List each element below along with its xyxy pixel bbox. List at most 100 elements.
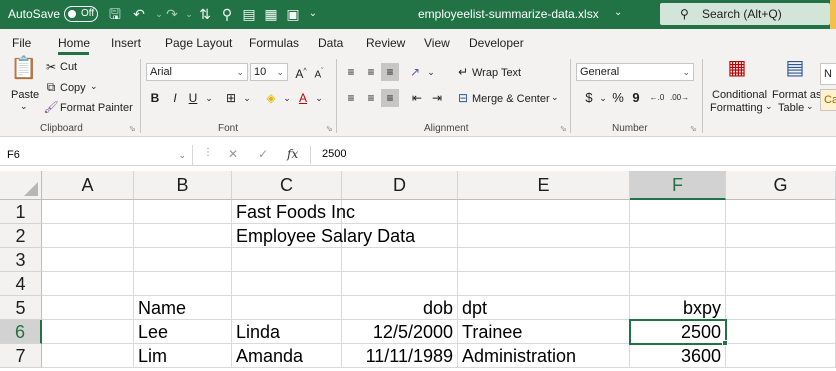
cell-c7[interactable]: Amanda <box>232 344 342 368</box>
cell-b2[interactable] <box>134 224 232 248</box>
cell-a1[interactable] <box>42 200 134 224</box>
cell-f2[interactable] <box>630 224 726 248</box>
cell-d5[interactable]: dob <box>342 296 458 320</box>
column-header-g[interactable]: G <box>726 171 836 200</box>
cell-a7[interactable] <box>42 344 134 368</box>
align-center-icon[interactable]: ≡ <box>362 89 380 107</box>
conditional-formatting-label-2[interactable]: Formatting <box>710 102 763 114</box>
formula-input[interactable]: 2500 <box>322 148 346 160</box>
column-header-b[interactable]: B <box>134 171 232 200</box>
format-painter-icon[interactable]: 🖌 <box>42 98 60 116</box>
format-painter-label[interactable]: Format Painter <box>60 102 133 114</box>
tab-file[interactable]: File <box>12 36 31 50</box>
cell-e6[interactable]: Trainee <box>458 320 630 344</box>
cell-b1[interactable] <box>134 200 232 224</box>
cell-c3[interactable] <box>232 248 342 272</box>
format-as-table-label-2[interactable]: Table <box>778 102 804 114</box>
cell-d4[interactable] <box>342 272 458 296</box>
tab-page-layout[interactable]: Page Layout <box>165 36 232 50</box>
tab-data[interactable]: Data <box>318 36 343 50</box>
sheet-icon[interactable]: ▣ <box>284 5 302 23</box>
wrap-text-label[interactable]: Wrap Text <box>472 67 521 79</box>
cell-d3[interactable] <box>342 248 458 272</box>
align-top-icon[interactable]: ≡ <box>342 63 360 81</box>
cell-d6[interactable]: 12/5/2000 <box>342 320 458 344</box>
tab-review[interactable]: Review <box>366 36 405 50</box>
paste-label[interactable]: Paste <box>11 89 39 101</box>
redo-icon[interactable]: ↷ <box>163 5 181 23</box>
cell-e4[interactable] <box>458 272 630 296</box>
cell-d1[interactable] <box>342 200 458 224</box>
cell-a5[interactable] <box>42 296 134 320</box>
cell-e5[interactable]: dpt <box>458 296 630 320</box>
worksheet-grid[interactable]: A B C D E F G 1 2 3 4 5 6 7 Fast Foods I… <box>0 171 836 371</box>
row-header-2[interactable]: 2 <box>0 224 42 248</box>
cell-g3[interactable] <box>726 248 836 272</box>
conditional-formatting-label-1[interactable]: Conditional <box>712 89 767 101</box>
merge-center-icon[interactable]: ⊟ <box>454 89 472 107</box>
increase-indent-icon[interactable]: ⇥ <box>428 89 446 107</box>
save-icon[interactable]: 🖫 <box>106 5 124 23</box>
row-header-7[interactable]: 7 <box>0 344 42 368</box>
number-format-select[interactable]: General ⌄ <box>576 63 694 81</box>
cell-style-normal[interactable]: N <box>820 63 836 85</box>
align-right-icon[interactable]: ≡ <box>381 89 399 107</box>
format-as-table-dropdown-icon[interactable]: ⌄ <box>806 101 814 112</box>
cell-g2[interactable] <box>726 224 836 248</box>
row-header-6[interactable]: 6 <box>0 320 42 344</box>
cell-f3[interactable] <box>630 248 726 272</box>
file-name[interactable]: employeelist-summarize-data.xlsx <box>418 7 599 21</box>
cell-d2[interactable] <box>342 224 458 248</box>
column-header-f[interactable]: F <box>630 171 726 200</box>
cell-c1[interactable]: Fast Foods Inc <box>232 200 355 224</box>
cell-c6[interactable]: Linda <box>232 320 342 344</box>
decrease-indent-icon[interactable]: ⇤ <box>408 89 426 107</box>
bold-button[interactable]: B <box>146 89 164 107</box>
cell-f5[interactable]: bxpy <box>630 296 726 320</box>
align-left-icon[interactable]: ≡ <box>342 89 360 107</box>
fill-handle[interactable] <box>722 340 728 346</box>
decrease-font-icon[interactable]: Aˇ <box>310 63 328 81</box>
tab-developer[interactable]: Developer <box>469 36 524 50</box>
cut-icon[interactable]: ✂ <box>42 58 60 76</box>
font-name-select[interactable]: Arial ⌄ <box>146 63 248 81</box>
form-icon[interactable]: ▤ <box>240 5 258 23</box>
merge-center-label[interactable]: Merge & Center <box>472 93 550 105</box>
format-as-table-label-1[interactable]: Format as <box>772 89 822 101</box>
column-header-a[interactable]: A <box>42 171 134 200</box>
cell-f7[interactable]: 3600 <box>630 344 726 368</box>
column-header-c[interactable]: C <box>232 171 342 200</box>
cell-b3[interactable] <box>134 248 232 272</box>
alignment-launcher-icon[interactable]: ⬂ <box>560 124 567 133</box>
orientation-dropdown-icon[interactable]: ⌄ <box>422 63 440 81</box>
borders-dropdown-icon[interactable]: ⌄ <box>238 89 256 107</box>
sort-icon[interactable]: ⇅ <box>196 5 214 23</box>
cell-f4[interactable] <box>630 272 726 296</box>
row-header-1[interactable]: 1 <box>0 200 42 224</box>
table-icon[interactable]: ▦ <box>262 5 280 23</box>
copy-label[interactable]: Copy <box>60 82 86 94</box>
column-header-e[interactable]: E <box>458 171 630 200</box>
cell-g6[interactable] <box>726 320 836 344</box>
tab-view[interactable]: View <box>424 36 450 50</box>
format-as-table-icon[interactable]: ▤ <box>782 58 808 85</box>
clipboard-launcher-icon[interactable]: ⬂ <box>129 124 136 133</box>
cell-e1[interactable] <box>458 200 630 224</box>
cell-a6[interactable] <box>42 320 134 344</box>
align-middle-icon[interactable]: ≡ <box>362 63 380 81</box>
cell-f1[interactable] <box>630 200 726 224</box>
percent-button[interactable]: % <box>609 89 627 107</box>
increase-decimal-icon[interactable]: ←.0 <box>648 89 666 107</box>
cell-e2[interactable] <box>458 224 630 248</box>
align-bottom-icon[interactable]: ≡ <box>381 63 399 81</box>
name-box[interactable]: F6 ⌄ <box>3 145 193 165</box>
cell-b6[interactable]: Lee <box>134 320 232 344</box>
conditional-formatting-dropdown-icon[interactable]: ⌄ <box>765 101 773 112</box>
cell-a4[interactable] <box>42 272 134 296</box>
customize-toolbar-icon[interactable]: ⌄ <box>304 5 322 23</box>
italic-button[interactable]: I <box>166 89 184 107</box>
search-box[interactable]: ⚲ Search (Alt+Q) <box>660 3 830 25</box>
cancel-icon[interactable]: ✕ <box>228 147 238 161</box>
undo-icon[interactable]: ↶ <box>130 5 148 23</box>
cell-d7[interactable]: 11/11/1989 <box>342 344 458 368</box>
